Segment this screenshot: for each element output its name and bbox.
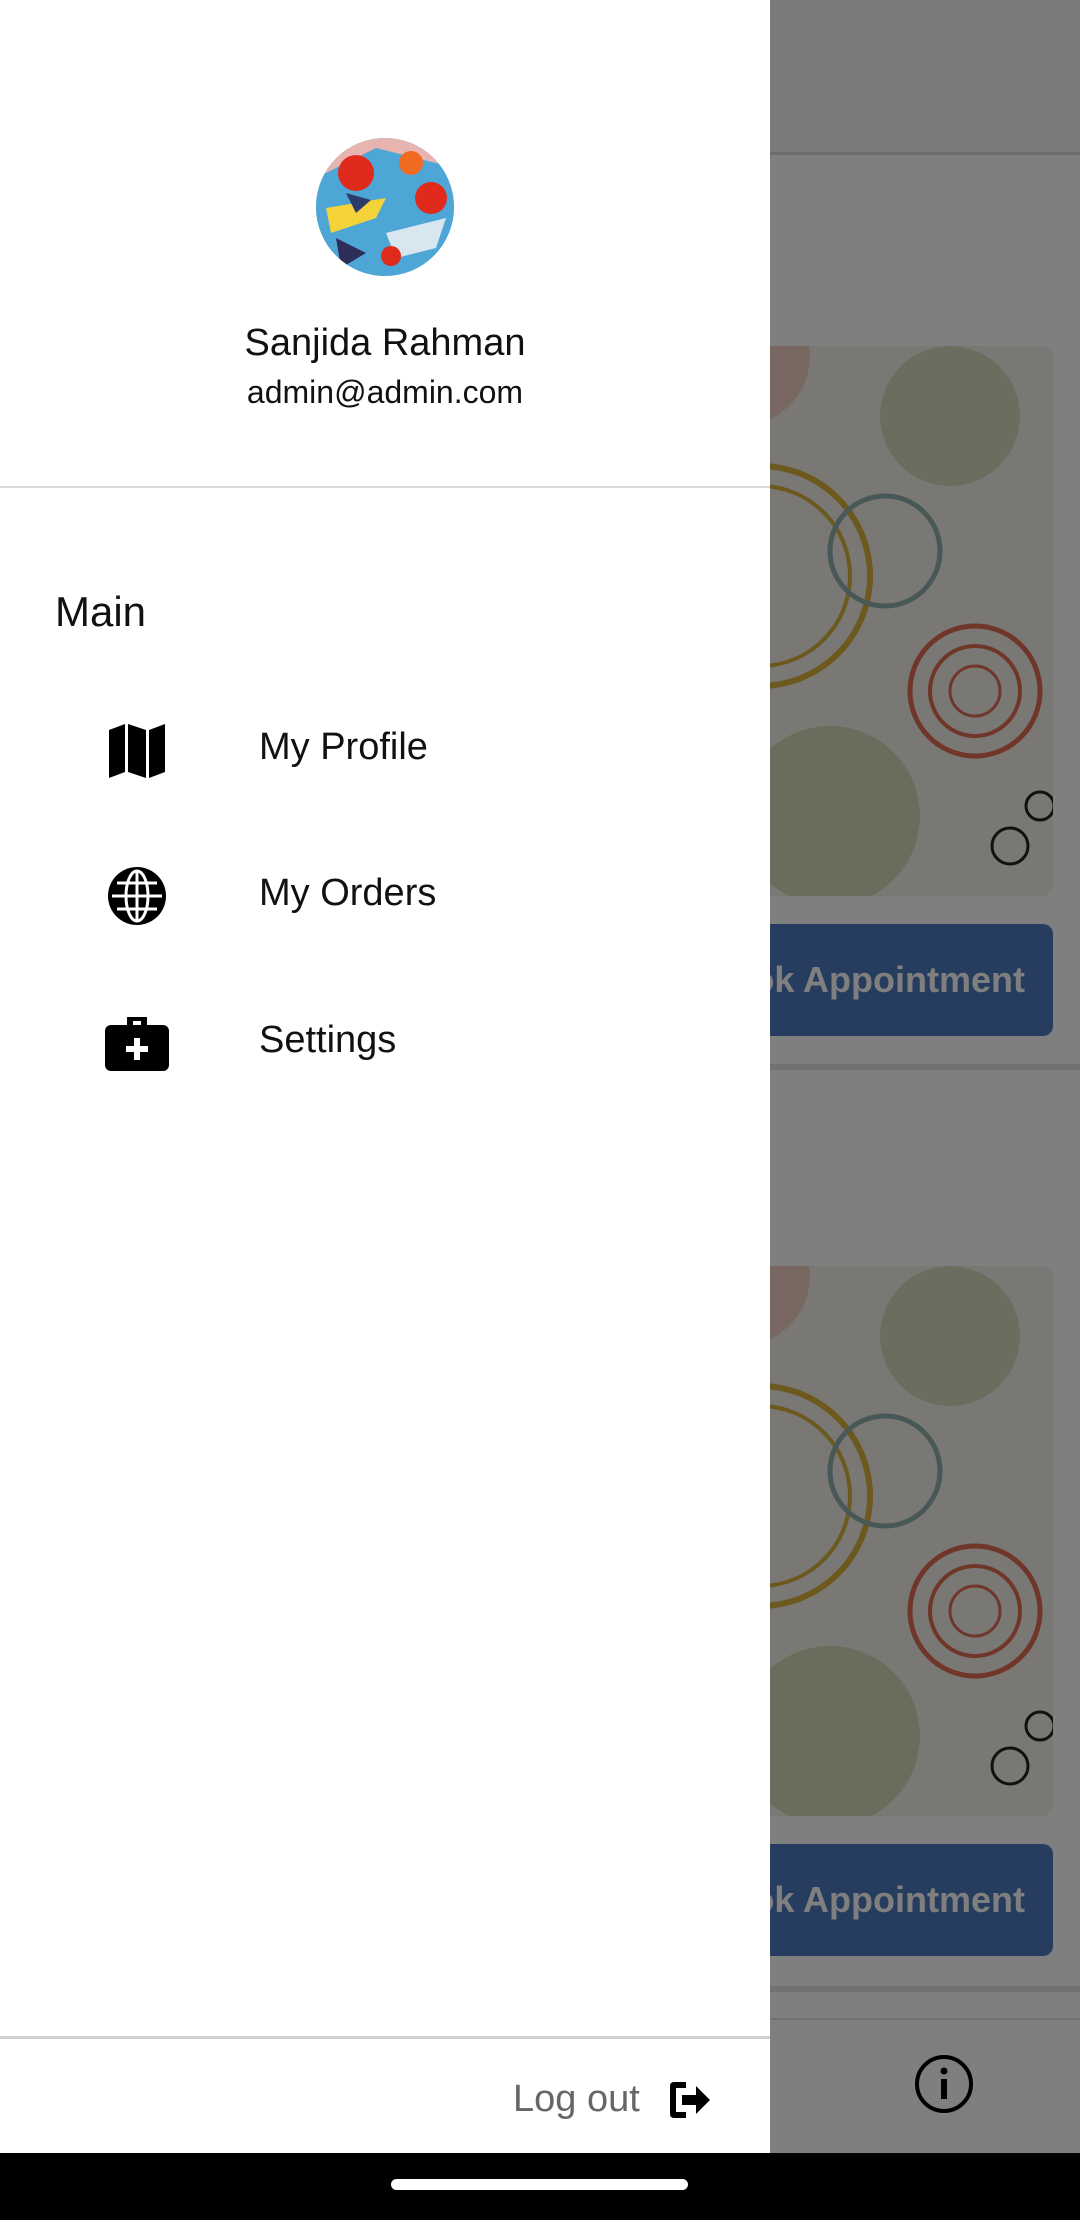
menu-item-my-orders[interactable]: My Orders <box>0 834 770 944</box>
menu-item-label: Settings <box>259 1019 397 1061</box>
medical-case-icon <box>105 1017 169 1071</box>
section-label-main: Main <box>55 588 147 635</box>
logout-label: Log out <box>513 2078 640 2120</box>
menu-item-settings[interactable]: Settings <box>0 981 770 1091</box>
user-name: Sanjida Rahman <box>244 322 526 364</box>
menu-item-label: My Profile <box>259 726 428 768</box>
avatar <box>316 138 454 276</box>
menu-item-label: My Orders <box>259 872 437 914</box>
user-email: admin@admin.com <box>246 374 524 410</box>
divider <box>0 486 770 488</box>
globe-icon <box>108 867 166 925</box>
home-indicator[interactable] <box>391 2179 688 2190</box>
menu-item-my-profile[interactable]: My Profile <box>0 688 770 798</box>
map-icon <box>109 724 165 778</box>
logout-icon <box>670 2082 710 2118</box>
divider <box>0 2036 770 2039</box>
logout-button[interactable]: Log out <box>500 2070 720 2130</box>
navigation-drawer: Sanjida Rahman admin@admin.com Main My P… <box>0 0 770 2153</box>
